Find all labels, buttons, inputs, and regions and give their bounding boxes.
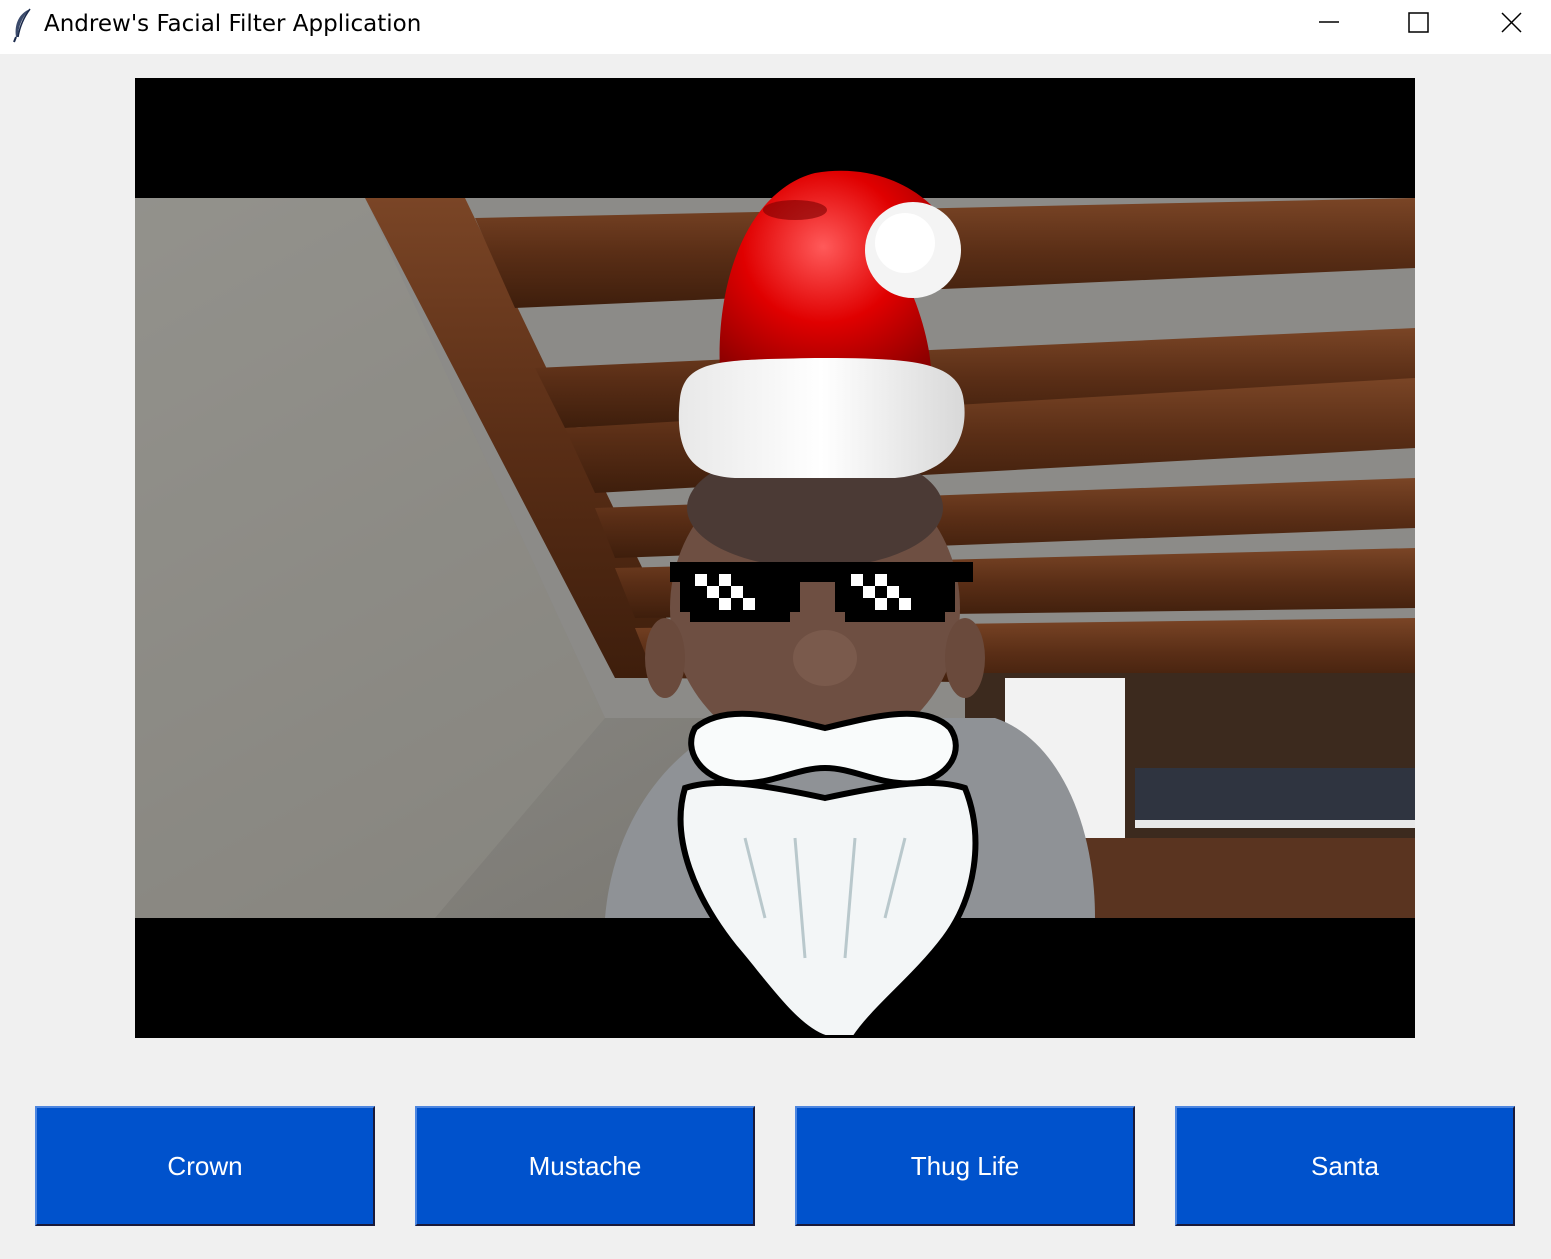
close-icon (1501, 12, 1522, 33)
mustache-button[interactable]: Mustache (415, 1106, 755, 1226)
crown-button[interactable]: Crown (35, 1106, 375, 1226)
maximize-icon (1408, 12, 1429, 33)
santa-beard-overlay (677, 710, 979, 1038)
window-title: Andrew's Facial Filter Application (44, 11, 422, 37)
close-button[interactable] (1465, 0, 1551, 48)
minimize-button[interactable] (1283, 0, 1375, 48)
maximize-button[interactable] (1373, 0, 1465, 48)
video-feed (135, 78, 1415, 1038)
thug-life-button[interactable]: Thug Life (795, 1106, 1135, 1226)
title-bar: Andrew's Facial Filter Application (0, 0, 1551, 54)
santa-button[interactable]: Santa (1175, 1106, 1515, 1226)
minimize-icon (1319, 21, 1339, 23)
feather-icon (10, 7, 36, 43)
camera-frame (135, 170, 1415, 1038)
